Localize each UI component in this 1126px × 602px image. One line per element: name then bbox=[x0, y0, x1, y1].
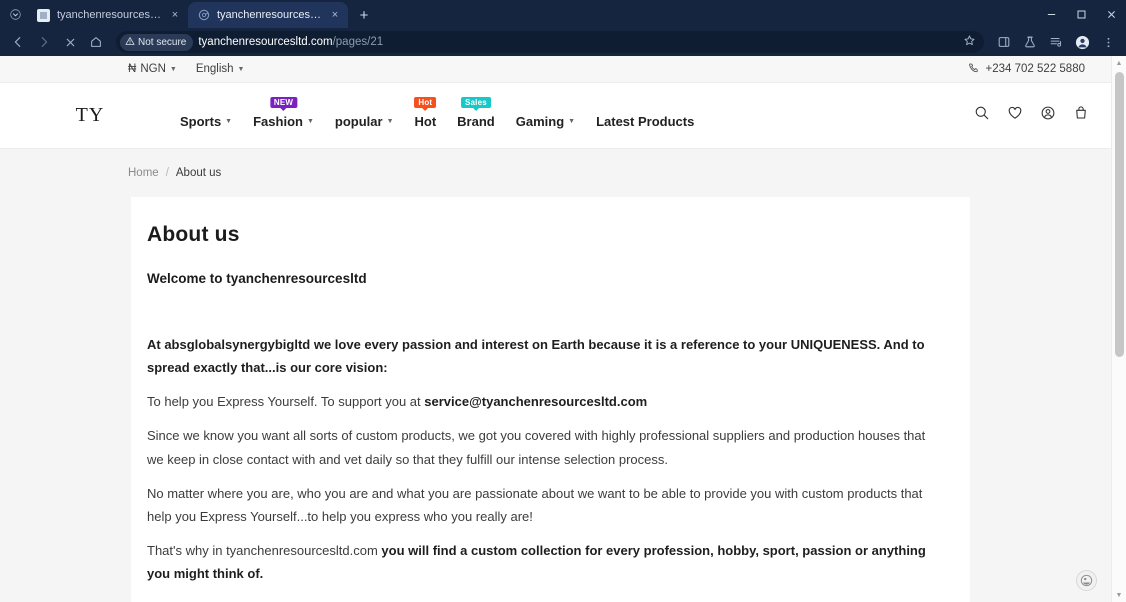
security-status[interactable]: Not secure bbox=[120, 33, 194, 51]
home-icon[interactable] bbox=[84, 30, 108, 54]
paragraph-vision: At absglobalsynergybigltd we love every … bbox=[147, 337, 925, 376]
nav-label: Hot bbox=[414, 114, 437, 129]
close-icon[interactable]: × bbox=[168, 8, 182, 22]
email-support: service@tyanchenresourcesltd.com bbox=[424, 394, 648, 410]
caret-down-icon: ▼ bbox=[169, 65, 177, 73]
utility-left: ₦ NGN ▼ English ▼ bbox=[128, 63, 244, 75]
breadcrumb: Home / About us bbox=[0, 149, 1111, 197]
caret-down-icon: ▼ bbox=[568, 118, 576, 125]
profile-avatar-icon[interactable] bbox=[1070, 30, 1094, 54]
language-label: English bbox=[195, 63, 234, 75]
caret-down-icon: ▼ bbox=[386, 118, 394, 125]
nav-label: Brand bbox=[457, 114, 495, 129]
page-title: About us bbox=[147, 223, 240, 246]
url-text: tyanchenresourcesltd.com/pages/21 bbox=[198, 36, 383, 48]
caret-down-icon: ▼ bbox=[306, 118, 314, 125]
page-viewport: ₦ NGN ▼ English ▼ +234 702 522 5880 TY S… bbox=[0, 56, 1126, 602]
badge-hot: Hot bbox=[414, 97, 437, 111]
browser-tab-active[interactable]: tyanchenresourcesltd × bbox=[188, 2, 348, 28]
warning-triangle-icon bbox=[125, 36, 135, 49]
web-page: ₦ NGN ▼ English ▼ +234 702 522 5880 TY S… bbox=[0, 56, 1111, 602]
site-logo[interactable]: TY bbox=[0, 104, 180, 127]
scroll-down-arrow[interactable]: ▼ bbox=[1112, 588, 1126, 602]
nav-label: Latest Products bbox=[596, 114, 695, 129]
text-prefix: To help you Express Yourself. To support… bbox=[147, 394, 425, 410]
shopping-bag-icon[interactable] bbox=[1073, 105, 1089, 126]
phone-number: +234 702 522 5880 bbox=[985, 63, 1085, 75]
browser-tab[interactable]: tyanchenresourcesltd.com × bbox=[28, 2, 188, 28]
language-selector[interactable]: English ▼ bbox=[196, 63, 245, 75]
page-scrollbar[interactable]: ▲ ▼ bbox=[1111, 56, 1126, 602]
nav-label: popular bbox=[334, 114, 383, 129]
paragraph-suppliers: Since we know you want all sorts of cust… bbox=[147, 428, 926, 467]
cookie-consent-icon[interactable] bbox=[1076, 570, 1097, 591]
window-controls bbox=[1036, 0, 1126, 28]
tab-title: tyanchenresourcesltd.com bbox=[57, 9, 161, 21]
nav-item-brand[interactable]: Sales Brand bbox=[457, 97, 495, 129]
account-user-icon[interactable] bbox=[1040, 105, 1056, 126]
nav-label: Sports bbox=[180, 114, 222, 129]
paragraph-support: To help you Express Yourself. To support… bbox=[147, 390, 942, 413]
caret-down-icon: ▼ bbox=[225, 118, 233, 125]
nav-item-sports[interactable]: Sports ▼ bbox=[180, 100, 232, 129]
nav-item-latest-products[interactable]: Latest Products bbox=[596, 100, 694, 129]
currency-selector[interactable]: ₦ NGN ▼ bbox=[128, 63, 177, 75]
stop-loading-icon[interactable] bbox=[58, 30, 82, 54]
security-label: Not secure bbox=[138, 36, 187, 48]
browser-window: tyanchenresourcesltd.com × tyanchenresou… bbox=[0, 0, 1126, 602]
site-utility-bar: ₦ NGN ▼ English ▼ +234 702 522 5880 bbox=[0, 56, 1111, 83]
nav-item-gaming[interactable]: Gaming ▼ bbox=[516, 100, 575, 129]
url-path: /pages/21 bbox=[332, 36, 384, 48]
close-icon[interactable]: × bbox=[328, 8, 342, 22]
nav-item-fashion[interactable]: NEW Fashion ▼ bbox=[253, 97, 314, 129]
kebab-menu-icon[interactable] bbox=[1096, 30, 1120, 54]
chrome-g-icon bbox=[197, 9, 210, 22]
scroll-up-arrow[interactable]: ▲ bbox=[1112, 56, 1126, 70]
tab-strip: tyanchenresourcesltd.com × tyanchenresou… bbox=[0, 0, 1126, 28]
caret-down-icon: ▼ bbox=[237, 65, 245, 73]
wishlist-heart-icon[interactable] bbox=[1007, 105, 1023, 126]
header-actions bbox=[974, 105, 1089, 126]
about-card: About us Welcome to tyanchenresourcesltd… bbox=[131, 197, 970, 602]
paragraph-express: No matter where you are, who you are and… bbox=[147, 485, 923, 524]
nav-label: Fashion bbox=[253, 114, 303, 129]
currency-label: NGN bbox=[140, 63, 166, 75]
main-navigation: Sports ▼ NEW Fashion ▼ popular ▼ Hot Hot… bbox=[180, 97, 974, 131]
url-domain: tyanchenresourcesltd.com bbox=[198, 36, 333, 48]
content-area: About us Welcome to tyanchenresourcesltd… bbox=[0, 197, 1111, 602]
site-header: TY Sports ▼ NEW Fashion ▼ popular ▼ Hot … bbox=[0, 83, 1111, 149]
minimize-icon[interactable] bbox=[1036, 0, 1066, 28]
reading-list-icon[interactable] bbox=[1044, 30, 1068, 54]
scrollbar-thumb[interactable] bbox=[1115, 72, 1124, 357]
paragraph-deal: So whatever you're looking for, we plan … bbox=[147, 596, 942, 602]
address-bar[interactable]: Not secure tyanchenresourcesltd.com/page… bbox=[116, 31, 984, 53]
forward-arrow-icon[interactable] bbox=[32, 30, 56, 54]
maximize-icon[interactable] bbox=[1066, 0, 1096, 28]
phone-icon bbox=[968, 62, 980, 77]
document-icon bbox=[37, 8, 50, 22]
badge-new: NEW bbox=[269, 97, 298, 111]
naira-symbol: ₦ bbox=[128, 63, 137, 75]
browser-toolbar: Not secure tyanchenresourcesltd.com/page… bbox=[0, 28, 1126, 56]
side-panel-icon[interactable] bbox=[992, 30, 1016, 54]
paragraph-collection: That's why in tyanchenresourcesltd.com y… bbox=[147, 539, 942, 585]
page-subtitle: Welcome to tyanchenresourcesltd bbox=[147, 271, 367, 286]
new-tab-button[interactable]: + bbox=[352, 3, 376, 27]
nav-label: Gaming bbox=[515, 114, 565, 129]
search-icon[interactable] bbox=[974, 105, 990, 126]
star-icon[interactable] bbox=[963, 34, 976, 50]
labs-flask-icon[interactable] bbox=[1018, 30, 1042, 54]
nav-item-hot[interactable]: Hot Hot bbox=[414, 97, 437, 129]
contact-phone[interactable]: +234 702 522 5880 bbox=[968, 62, 1085, 77]
text-prefix: That's why in tyanchenresourcesltd.com bbox=[147, 542, 382, 558]
back-arrow-icon[interactable] bbox=[6, 30, 30, 54]
nav-item-popular[interactable]: popular ▼ bbox=[335, 100, 394, 129]
chevron-down-icon[interactable] bbox=[2, 0, 28, 28]
badge-sales: Sales bbox=[461, 97, 491, 111]
close-icon[interactable] bbox=[1096, 0, 1126, 28]
breadcrumb-separator: / bbox=[165, 167, 169, 179]
tab-title: tyanchenresourcesltd bbox=[217, 9, 321, 21]
breadcrumb-home[interactable]: Home bbox=[128, 167, 159, 179]
breadcrumb-current: About us bbox=[175, 167, 222, 179]
